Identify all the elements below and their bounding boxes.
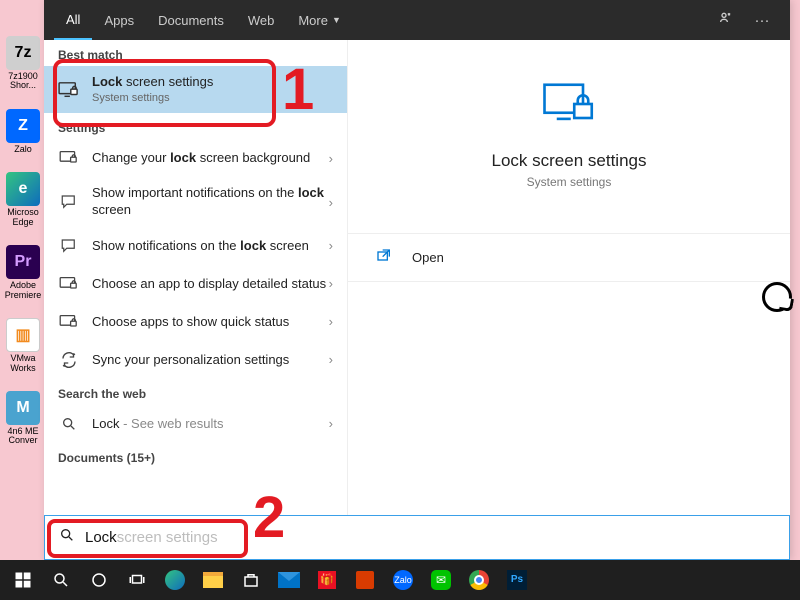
tab-all[interactable]: All <box>54 0 92 40</box>
search-input[interactable]: Lock screen settings <box>44 515 790 560</box>
search-hint-text: screen settings <box>117 529 218 546</box>
speech-bubble-icon <box>762 282 792 312</box>
speech-icon <box>58 235 80 257</box>
result-lock-screen-settings[interactable]: Lock screen settings System settings <box>44 66 347 113</box>
tab-documents[interactable]: Documents <box>146 0 236 40</box>
sync-icon <box>58 349 80 371</box>
chevron-right-icon: › <box>329 314 333 329</box>
taskview-icon[interactable] <box>118 560 156 600</box>
open-icon <box>376 248 396 267</box>
chevron-right-icon: › <box>329 238 333 253</box>
search-flyout: All Apps Documents Web More ▼ ··· Best m… <box>44 0 790 560</box>
monitor-lock-icon <box>58 147 80 169</box>
edge-icon[interactable] <box>156 560 194 600</box>
desktop-icon-edge[interactable]: eMicroso Edge <box>2 172 44 227</box>
result-choose-apps-quick[interactable]: Choose apps to show quick status › <box>44 303 347 341</box>
section-settings: Settings <box>44 113 347 139</box>
chevron-right-icon: › <box>329 416 333 431</box>
tab-web[interactable]: Web <box>236 0 287 40</box>
monitor-lock-icon <box>58 79 80 101</box>
results-list: Best match Lock screen settings System s… <box>44 40 348 515</box>
tab-apps[interactable]: Apps <box>92 0 146 40</box>
chrome-icon[interactable] <box>460 560 498 600</box>
result-change-lock-background[interactable]: Change your lock screen background › <box>44 139 347 177</box>
result-show-notifications[interactable]: Show notifications on the lock screen › <box>44 227 347 265</box>
section-search-web: Search the web <box>44 379 347 405</box>
desktop-icon-zalo[interactable]: ZZalo <box>2 109 44 154</box>
search-icon <box>58 413 80 435</box>
search-icon <box>59 527 75 548</box>
preview-title: Lock screen settings <box>368 151 770 171</box>
desktop-icon-4n6[interactable]: M4n6 ME Conver <box>2 391 44 446</box>
desktop-icons: 7z7z1900 Shor... ZZalo eMicroso Edge PrA… <box>2 36 46 446</box>
gift-icon[interactable]: 🎁 <box>308 560 346 600</box>
monitor-lock-icon <box>58 273 80 295</box>
action-open[interactable]: Open <box>348 234 790 282</box>
feedback-icon[interactable] <box>708 10 744 30</box>
preview-subtitle: System settings <box>368 175 770 189</box>
tab-more[interactable]: More ▼ <box>286 0 353 40</box>
mail-icon[interactable] <box>270 560 308 600</box>
office-icon[interactable] <box>346 560 384 600</box>
search-topbar: All Apps Documents Web More ▼ ··· <box>44 0 790 40</box>
taskbar-search-icon[interactable] <box>42 560 80 600</box>
desktop-icon-7zip[interactable]: 7z7z1900 Shor... <box>2 36 44 91</box>
desktop-icon-vmware[interactable]: ▥VMwa Works <box>2 318 44 373</box>
speech-icon <box>58 191 80 213</box>
result-sync-personalization[interactable]: Sync your personalization settings › <box>44 341 347 379</box>
more-icon[interactable]: ··· <box>744 12 780 29</box>
result-web-lock[interactable]: Lock - See web results › <box>44 405 347 443</box>
section-best-match: Best match <box>44 40 347 66</box>
cortana-icon[interactable] <box>80 560 118 600</box>
chevron-right-icon: › <box>329 195 333 210</box>
file-explorer-icon[interactable] <box>194 560 232 600</box>
desktop-icon-premiere[interactable]: PrAdobe Premiere <box>2 245 44 300</box>
section-documents: Documents (15+) <box>44 443 347 469</box>
search-typed-text: Lock <box>85 529 117 546</box>
start-button[interactable] <box>4 560 42 600</box>
line-icon[interactable]: ✉ <box>422 560 460 600</box>
preview-pane: Lock screen settings System settings Ope… <box>348 40 790 515</box>
chevron-right-icon: › <box>329 151 333 166</box>
result-choose-app-detailed[interactable]: Choose an app to display detailed status… <box>44 265 347 303</box>
monitor-lock-icon <box>58 311 80 333</box>
chevron-right-icon: › <box>329 352 333 367</box>
monitor-lock-icon <box>541 80 597 128</box>
result-show-important-notifications[interactable]: Show important notifications on the lock… <box>44 177 347 227</box>
action-label: Open <box>412 250 444 265</box>
photoshop-icon[interactable]: Ps <box>498 560 536 600</box>
taskbar: 🎁 Zalo ✉ Ps <box>0 560 800 600</box>
store-icon[interactable] <box>232 560 270 600</box>
chevron-right-icon: › <box>329 276 333 291</box>
zalo-icon[interactable]: Zalo <box>384 560 422 600</box>
chevron-down-icon: ▼ <box>332 15 341 25</box>
